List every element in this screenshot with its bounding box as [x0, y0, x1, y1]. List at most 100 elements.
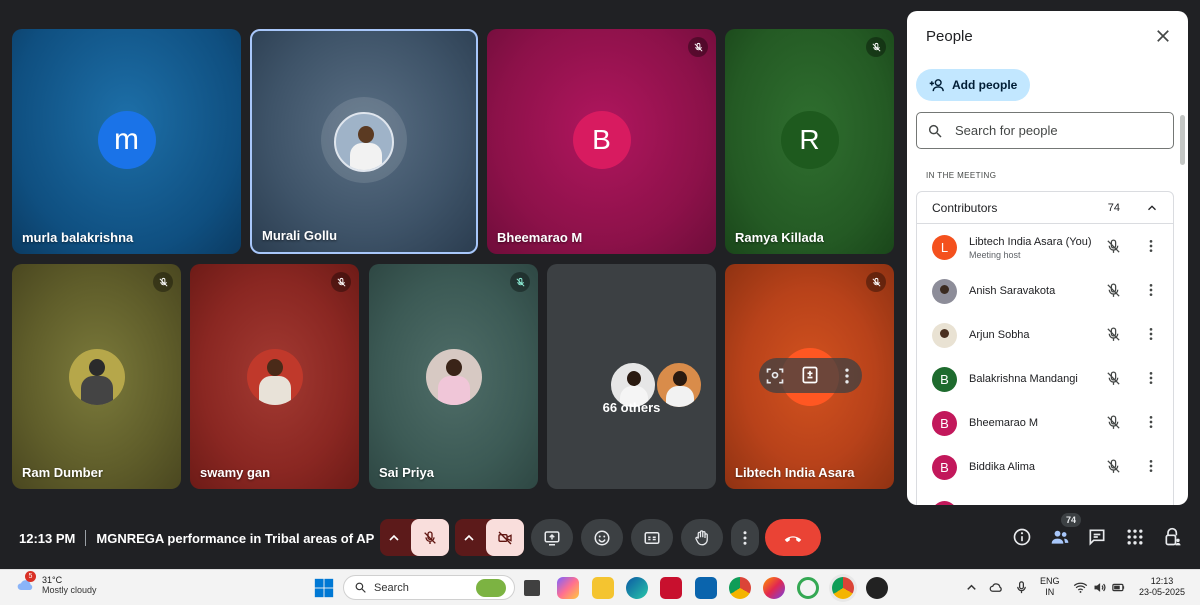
meeting-details-button[interactable]: [1010, 525, 1034, 549]
participant-tile[interactable]: m murla balakrishna: [12, 29, 241, 254]
participant-tile[interactable]: Sai Priya: [369, 264, 538, 489]
firefox-icon[interactable]: [763, 577, 785, 599]
frame-icon[interactable]: [765, 366, 785, 386]
group-count: 74: [1107, 201, 1120, 214]
captions-button[interactable]: [631, 519, 673, 556]
search-people-input[interactable]: [955, 123, 1155, 138]
participant-tile[interactable]: swamy gan: [190, 264, 359, 489]
language-indicator[interactable]: ENG IN: [1040, 576, 1060, 598]
weather-condition: Mostly cloudy: [42, 585, 97, 595]
self-tile[interactable]: Libtech India Asara: [725, 264, 894, 489]
raise-hand-button[interactable]: [681, 519, 723, 556]
avatar: L: [932, 235, 957, 260]
chevron-up-icon: [1148, 205, 1156, 211]
mic-off-icon: [1107, 283, 1120, 297]
participant-tile[interactable]: Ram Dumber: [12, 264, 181, 489]
more-options-icon[interactable]: [837, 366, 857, 386]
info-icon: [1013, 528, 1031, 546]
avatar: B: [932, 411, 957, 436]
media-player-icon[interactable]: [866, 577, 888, 599]
mic-off-icon: [510, 272, 530, 292]
edge-icon[interactable]: [626, 577, 648, 599]
reactions-button[interactable]: [581, 519, 623, 556]
search-box[interactable]: [916, 112, 1174, 149]
weather-widget[interactable]: 5 31°C Mostly cloudy: [16, 571, 97, 595]
participant-name: swamy gan: [200, 465, 271, 480]
leave-call-button[interactable]: [765, 519, 821, 556]
camera-toggle-button[interactable]: [486, 519, 524, 556]
chevron-up-icon[interactable]: [964, 580, 979, 595]
mic-off-icon: [1107, 371, 1120, 385]
file-explorer-icon[interactable]: [592, 577, 614, 599]
participant-row[interactable]: L Libtech India Asara (You) Meeting host: [917, 224, 1173, 268]
onedrive-icon[interactable]: [989, 580, 1004, 595]
participant-row-partial[interactable]: [917, 490, 1173, 505]
participant-row[interactable]: Anish Saravakota: [917, 268, 1173, 312]
avatar: R: [780, 110, 839, 169]
battery-icon[interactable]: [1111, 580, 1126, 595]
camera-off-icon: [498, 531, 512, 544]
taskbar-search-label: Search: [374, 581, 409, 594]
windows-start-icon[interactable]: [313, 577, 335, 599]
app-ring-icon[interactable]: [797, 577, 819, 599]
close-icon[interactable]: [1154, 27, 1172, 45]
microphone-icon[interactable]: [1014, 580, 1029, 595]
chrome-icon[interactable]: [729, 577, 751, 599]
weather-badge: 5: [25, 571, 36, 582]
section-label: IN THE MEETING: [926, 171, 997, 180]
mic-toggle-button[interactable]: [411, 519, 449, 556]
mic-off-icon: [866, 272, 886, 292]
outlook-icon[interactable]: [695, 577, 717, 599]
participant-row[interactable]: B Balakrishna Mandangi: [917, 356, 1173, 400]
chrome-active-icon[interactable]: [832, 577, 854, 599]
windows-taskbar: 5 31°C Mostly cloudy Search ENG IN 12:13…: [0, 569, 1200, 605]
participant-row[interactable]: B Bheemarao M: [917, 400, 1173, 444]
present-screen-button[interactable]: [531, 519, 573, 556]
host-controls-button[interactable]: [1161, 525, 1185, 549]
wifi-icon[interactable]: [1073, 580, 1088, 595]
copilot-icon[interactable]: [557, 577, 579, 599]
panel-scrollbar[interactable]: [1180, 115, 1185, 165]
chat-button[interactable]: [1085, 525, 1109, 549]
avatar: [932, 323, 957, 348]
participant-tile-pinned[interactable]: Murali Gollu: [250, 29, 478, 254]
video-options-button[interactable]: [455, 519, 482, 556]
participant-row[interactable]: B Biddika Alima: [917, 444, 1173, 488]
participant-row[interactable]: Arjun Sobha: [917, 312, 1173, 356]
region-code: IN: [1045, 587, 1055, 597]
system-clock[interactable]: 12:13 23-05-2025: [1137, 576, 1187, 598]
more-options-icon[interactable]: [1143, 326, 1159, 342]
avatar: B: [932, 455, 957, 480]
avatar: [932, 279, 957, 304]
participant-name: Ramya Killada: [735, 230, 824, 245]
activities-button[interactable]: [1123, 525, 1147, 549]
participant-role: Meeting host: [969, 250, 1021, 260]
more-options-icon[interactable]: [1143, 370, 1159, 386]
audio-options-button[interactable]: [380, 519, 407, 556]
contributors-header[interactable]: Contributors 74: [917, 192, 1173, 224]
more-options-icon[interactable]: [1143, 238, 1159, 254]
participant-name: Biddika Alima: [969, 461, 1036, 473]
participant-name: Libtech India Asara: [735, 465, 855, 480]
avatar: [425, 348, 482, 405]
participant-tile[interactable]: R Ramya Killada: [725, 29, 894, 254]
add-people-label: Add people: [952, 78, 1018, 92]
volume-icon[interactable]: [1092, 580, 1107, 595]
taskbar-search[interactable]: Search: [343, 575, 515, 600]
others-count-label: 66 others: [602, 400, 661, 415]
participant-tile[interactable]: B Bheemarao M: [487, 29, 716, 254]
more-options-icon[interactable]: [1143, 458, 1159, 474]
add-people-button[interactable]: Add people: [916, 69, 1030, 101]
mic-off-icon: [424, 530, 436, 544]
task-view-icon[interactable]: [524, 580, 540, 596]
pin-icon[interactable]: [800, 365, 820, 385]
people-button[interactable]: [1048, 525, 1072, 549]
others-tile[interactable]: 66 others: [547, 264, 716, 489]
mcafee-icon[interactable]: [660, 577, 682, 599]
more-options-icon[interactable]: [1143, 414, 1159, 430]
more-options-button[interactable]: [731, 519, 759, 556]
panel-title: People: [926, 28, 973, 45]
more-options-icon[interactable]: [1143, 282, 1159, 298]
chevron-up-icon: [388, 534, 399, 541]
temperature: 31°C: [42, 575, 63, 585]
